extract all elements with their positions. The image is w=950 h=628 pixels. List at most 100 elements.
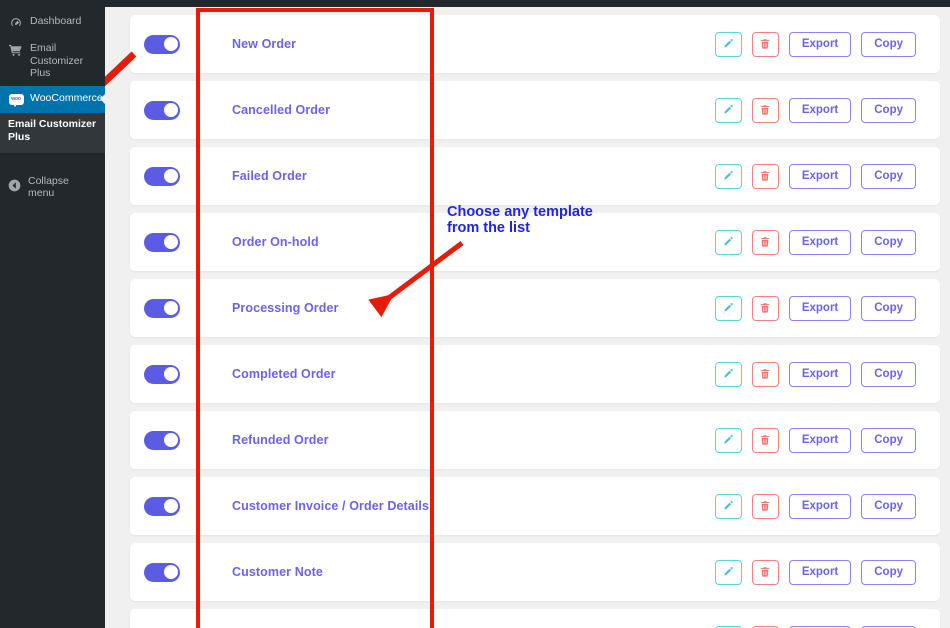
wp-admin-bar [0,0,950,7]
export-button[interactable]: Export [788,229,852,255]
delete-button[interactable] [751,295,779,321]
template-enable-toggle[interactable] [144,430,180,450]
delete-button[interactable] [751,361,779,387]
edit-button[interactable] [714,229,742,255]
row-actions: Export Copy [714,229,916,255]
trash-icon [761,39,770,49]
trash-icon [761,303,770,313]
edit-button[interactable] [714,559,742,585]
admin-sidebar: Dashboard Email Customizer Plus woo WooC… [0,0,106,628]
template-row: Completed Order Export Copy [130,345,940,403]
template-row: New Order Export Copy [130,15,940,73]
export-button[interactable]: Export [788,31,852,57]
copy-button[interactable]: Copy [861,493,916,519]
copy-button[interactable]: Copy [861,361,916,387]
export-button[interactable]: Export [788,361,852,387]
templates-panel: New Order Export Copy Cancelled Order Export… [105,7,950,628]
pencil-icon [724,303,734,312]
copy-button[interactable]: Copy [861,229,916,255]
export-button[interactable]: Export [788,427,852,453]
template-name: Customer Note [232,565,323,579]
template-name: New Order [232,37,297,51]
sidebar-subitem-label: Email Customizer Plus [8,117,97,143]
edit-button[interactable] [714,97,742,123]
template-name: Customer Invoice / Order Details [232,499,430,513]
pencil-icon [724,39,734,48]
delete-button[interactable] [751,427,779,453]
row-actions: Export Copy [714,427,916,453]
pencil-icon [724,435,734,444]
edit-button[interactable] [714,295,742,321]
delete-button[interactable] [751,559,779,585]
delete-button[interactable] [751,163,779,189]
collapse-arrow-icon [8,179,21,195]
copy-button[interactable]: Copy [861,559,916,585]
export-button[interactable]: Export [788,97,852,123]
row-actions: Export Copy [714,97,916,123]
row-actions: Export Copy [714,361,916,387]
sidebar-item-dashboard[interactable]: Dashboard [0,9,105,36]
template-row: Customer Invoice / Order Details Export Co… [130,477,940,535]
row-actions: Export Copy [714,493,916,519]
template-row: Failed Order Export Copy [130,147,940,205]
template-row: Customer Note Export Copy [130,543,940,601]
dashboard-gauge-icon [8,16,24,30]
sidebar-submenu-woocommerce: Email Customizer Plus [0,112,105,153]
template-enable-toggle[interactable] [144,364,180,384]
template-enable-toggle[interactable] [144,562,180,582]
sidebar-separator [0,153,105,171]
collapse-menu-label: Collapse menu [28,174,69,199]
sidebar-item-label: Email Customizer Plus [30,42,84,79]
template-row: Processing Order Export Copy [130,279,940,337]
delete-button[interactable] [751,97,779,123]
row-actions: Export Copy [714,31,916,57]
row-actions: Export Copy [714,163,916,189]
template-list: New Order Export Copy Cancelled Order Export… [130,15,940,628]
template-enable-toggle[interactable] [144,232,180,252]
template-enable-toggle[interactable] [144,298,180,318]
export-button[interactable]: Export [788,295,852,321]
pencil-icon [724,501,734,510]
template-enable-toggle[interactable] [144,34,180,54]
sidebar-item-woocommerce[interactable]: woo WooCommerce [0,85,106,113]
sidebar-item-email-customizer-plus[interactable]: Email Customizer Plus [0,36,105,86]
export-button[interactable]: Export [788,163,852,189]
copy-button[interactable]: Copy [861,163,916,189]
template-enable-toggle[interactable] [144,100,180,120]
delete-button[interactable] [751,229,779,255]
template-name: Order On-hold [232,235,319,249]
sidebar-item-label: Dashboard [30,15,82,27]
copy-button[interactable]: Copy [861,97,916,123]
template-enable-toggle[interactable] [144,166,180,186]
edit-button[interactable] [714,31,742,57]
cart-icon [8,43,24,57]
delete-button[interactable] [751,493,779,519]
delete-button[interactable] [751,31,779,57]
sidebar-subitem-email-customizer-plus[interactable]: Email Customizer Plus [8,118,97,144]
pencil-icon [724,105,734,114]
trash-icon [761,237,770,247]
template-row: Refunded Order Export Copy [130,411,940,469]
export-button[interactable]: Export [788,493,852,519]
row-actions: Export Copy [714,295,916,321]
copy-button[interactable]: Copy [861,427,916,453]
collapse-menu-button[interactable]: Collapse menu [0,171,105,203]
copy-button[interactable]: Copy [861,295,916,321]
edit-button[interactable] [714,427,742,453]
row-actions: Export Copy [714,559,916,585]
template-row: Reset PasswordExportCopy [130,609,940,628]
pencil-icon [724,237,734,246]
pencil-icon [724,369,734,378]
woocommerce-icon: woo [8,93,24,107]
edit-button[interactable] [714,493,742,519]
pencil-icon [724,171,734,180]
edit-button[interactable] [714,361,742,387]
trash-icon [761,105,770,115]
template-enable-toggle[interactable] [144,496,180,516]
template-row: Cancelled Order Export Copy [130,81,940,139]
copy-button[interactable]: Copy [861,31,916,57]
sidebar-item-label: WooCommerce [30,91,103,104]
edit-button[interactable] [714,163,742,189]
export-button[interactable]: Export [788,559,852,585]
template-name: Cancelled Order [232,103,331,117]
